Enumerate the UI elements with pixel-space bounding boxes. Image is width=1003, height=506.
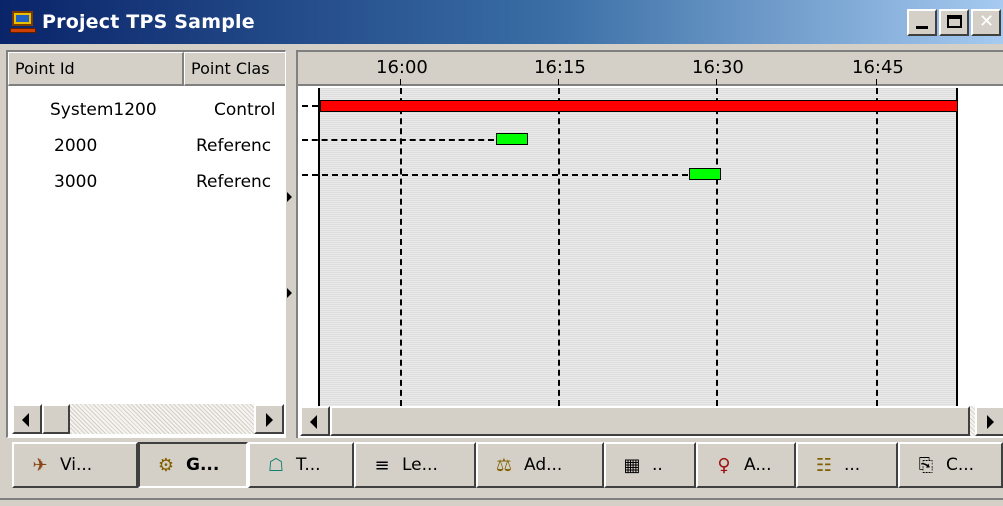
time-grid-line [716, 88, 718, 406]
list-row[interactable]: 3000 Referenc [8, 172, 285, 206]
arrow-right-icon [987, 415, 994, 429]
tab-adjust[interactable]: ⚖ Ad... [476, 442, 604, 488]
list-horizontal-scrollbar[interactable] [12, 404, 284, 434]
gantt-bar-reference[interactable] [496, 133, 528, 145]
maximize-button[interactable] [939, 9, 969, 36]
level-icon: ≡ [374, 454, 390, 476]
column-header-point-class[interactable]: Point Clas [184, 52, 285, 86]
tab-antenna[interactable]: ♀ A... [696, 442, 796, 488]
point-id: 2000 [54, 136, 98, 156]
tab-grid[interactable]: ▦.. [604, 442, 696, 488]
time-label: 16:00 [376, 57, 428, 78]
time-tick [876, 79, 877, 85]
gears-icon: ⚙ [157, 454, 175, 476]
gantt-chart-pane: 16:00 16:15 16:30 16:45 [296, 50, 1003, 438]
splitter-arrow-icon [287, 288, 292, 298]
close-button[interactable]: ✕ [971, 9, 1001, 36]
time-label: 16:15 [534, 57, 586, 78]
minimize-button[interactable] [907, 9, 937, 36]
splitter-arrow-icon [287, 192, 292, 202]
time-grid-line [558, 88, 560, 406]
report-icon: ☷ [815, 454, 833, 476]
scroll-thumb[interactable] [330, 406, 970, 436]
computer-icon [10, 10, 36, 34]
maximize-icon [947, 15, 962, 28]
arrow-left-icon [22, 413, 29, 427]
time-label: 16:45 [852, 57, 904, 78]
list-row[interactable]: System1200 Control [8, 100, 285, 134]
point-id: System1200 [50, 100, 157, 120]
time-tick [558, 79, 559, 85]
tab-tower[interactable]: ☖ T... [248, 442, 354, 488]
grid-icon: ▦ [623, 454, 641, 476]
list-row[interactable]: 2000 Referenc [8, 136, 285, 170]
time-grid-line [876, 88, 878, 406]
time-label: 16:30 [692, 57, 744, 78]
tab-report[interactable]: ☷... [796, 442, 898, 488]
time-tick [716, 79, 717, 85]
scroll-right-button[interactable] [254, 404, 284, 434]
point-class: Referenc [196, 172, 272, 192]
title-bar: Project TPS Sample ✕ [0, 0, 1003, 44]
tower-icon: ☖ [267, 454, 285, 476]
point-list: Point Id Point Clas System1200 Control 2… [6, 50, 286, 438]
clipboard-icon: ⎘ [918, 454, 934, 476]
gantt-plot-area[interactable] [318, 88, 958, 406]
row-leader-line [302, 105, 318, 107]
point-id: 3000 [54, 172, 98, 192]
arrow-left-icon [310, 415, 317, 429]
scroll-left-button[interactable] [300, 406, 330, 436]
time-grid-line [400, 88, 402, 406]
scroll-right-button[interactable] [975, 406, 1003, 436]
adjust-balance-icon: ⚖ [495, 454, 513, 476]
tab-strip: ✈ Vi... ⚙ G... ☖ T... ≡ Le... ⚖ Ad... ▦.. ♀ A.… [6, 440, 1003, 500]
window-title: Project TPS Sample [42, 11, 255, 33]
scroll-left-button[interactable] [12, 404, 42, 434]
close-icon: ✕ [979, 11, 995, 32]
minimize-icon [916, 26, 928, 29]
row-leader-line [302, 139, 494, 141]
arrow-right-icon [266, 413, 273, 427]
time-tick [400, 79, 401, 85]
tab-view[interactable]: ✈ Vi... [12, 442, 138, 488]
antenna-icon: ♀ [717, 454, 731, 476]
point-class: Referenc [196, 136, 272, 156]
time-scale-header: 16:00 16:15 16:30 16:45 [298, 52, 1003, 86]
window-bottom-edge [0, 498, 1003, 500]
column-header-point-id[interactable]: Point Id [8, 52, 184, 86]
tab-gears[interactable]: ⚙ G... [138, 442, 248, 488]
point-class: Control [214, 100, 276, 120]
gantt-bar-control[interactable] [320, 100, 958, 112]
tab-level[interactable]: ≡ Le... [354, 442, 476, 488]
view-icon: ✈ [32, 454, 48, 476]
gantt-bar-reference[interactable] [689, 168, 721, 180]
pane-splitter[interactable] [286, 50, 296, 440]
row-leader-line [302, 174, 688, 176]
scroll-thumb[interactable] [42, 404, 70, 434]
gantt-horizontal-scrollbar[interactable] [300, 406, 1003, 436]
tab-clipboard[interactable]: ⎘ C... [898, 442, 1003, 488]
